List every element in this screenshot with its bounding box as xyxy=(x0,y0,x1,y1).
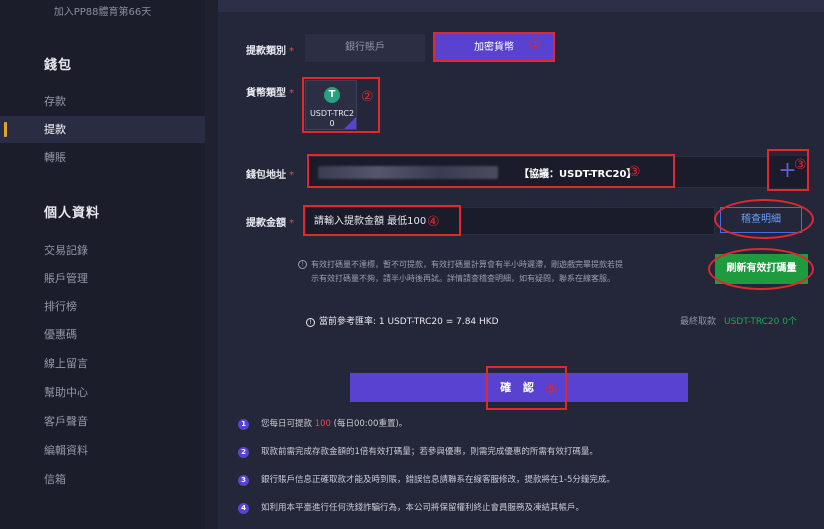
selected-corner-icon xyxy=(344,117,356,129)
tether-icon: T xyxy=(324,87,340,103)
tab-bank-account[interactable]: 銀行賬戶 xyxy=(305,34,425,62)
rule-item: 3 銀行賬戶信息正確取款才能及時到賬，錯誤信息請聯系在線客服修改，提款將在1-5… xyxy=(233,473,813,501)
wallet-section-title: 錢包 xyxy=(44,58,73,73)
member-days-text: 加入PP88體育第66天 xyxy=(53,7,152,18)
sidebar-item-message[interactable]: 線上留言 xyxy=(0,350,205,377)
rule-number: 1 xyxy=(238,419,249,430)
top-band xyxy=(218,0,824,12)
sidebar-item-withdraw[interactable]: 提款 xyxy=(0,116,205,143)
sidebar-item-inbox[interactable]: 信箱 xyxy=(0,466,205,493)
sidebar-item-transactions[interactable]: 交易記錄 xyxy=(0,237,205,264)
wallet-address-select[interactable]: 【協議：USDT-TRC20】 xyxy=(305,156,789,188)
exchange-rate: ! 當前參考匯率: 1 USDT-TRC20 = 7.84 HKD xyxy=(306,314,499,327)
wallet-protocol-text: 【協議：USDT-TRC20】 xyxy=(519,169,637,180)
sidebar-item-promo-code[interactable]: 優惠碼 xyxy=(0,321,205,348)
sidebar-item-help[interactable]: 幫助中心 xyxy=(0,379,205,406)
sidebar-item-transfer[interactable]: 轉賬 xyxy=(0,144,205,171)
rule-number: 2 xyxy=(238,447,249,458)
withdraw-rules: 1 您每日可提款 100 (每日00:00重置)。 2 取款前需完成存款金額的1… xyxy=(233,417,813,529)
note-line-2: 示有效打碼量不夠，請半小時後再試。詳情請查稽查明細，如有疑問，聯系在線客服。 xyxy=(311,274,615,283)
currency-type-label: 貨幣類型 * xyxy=(246,88,294,99)
note-line-1: ! 有效打碼量不達標，暫不可提款，有效打碼量計算會有半小時遲滯，剛遊戲完畢提款若提 xyxy=(298,258,638,272)
info-icon: ! xyxy=(306,318,315,327)
sidebar: 加入PP88體育第66天 錢包 存款 提款 轉賬 個人資料 交易記錄 賬戶管理 … xyxy=(0,0,205,529)
wallet-address-label: 錢包地址 * xyxy=(246,170,294,181)
rule-item: 2 取款前需完成存款金額的1倍有效打碼量；若參與優惠，則需完成優惠的所需有效打碼… xyxy=(233,445,813,473)
masked-wallet-address xyxy=(318,166,498,179)
rule-item: 1 您每日可提款 100 (每日00:00重置)。 xyxy=(233,417,813,445)
coin-option-usdt-trc20[interactable]: T USDT-TRC20 xyxy=(305,80,357,130)
sidebar-item-account[interactable]: 賬戶管理 xyxy=(0,265,205,292)
refresh-turnover-button[interactable]: 刷新有效打碼量 xyxy=(715,254,808,284)
sidebar-item-feedback[interactable]: 客戶聲音 xyxy=(0,408,205,435)
withdraw-type-label: 提款類別 * xyxy=(246,46,294,57)
withdraw-amount-input[interactable] xyxy=(306,208,714,234)
turnover-note: ! 有效打碼量不達標，暫不可提款，有效打碼量計算會有半小時遲滯，剛遊戲完畢提款若提… xyxy=(298,258,638,286)
sidebar-item-deposit[interactable]: 存款 xyxy=(0,88,205,115)
tab-crypto[interactable]: 加密貨幣 xyxy=(435,34,553,62)
rule-number: 4 xyxy=(238,503,249,514)
profile-section-title: 個人資料 xyxy=(44,206,101,221)
annotation-number-2: ② xyxy=(361,89,374,105)
withdraw-panel: 提款類別 * 銀行賬戶 加密貨幣 ① 貨幣類型 * T USDT-TRC20 ② 錢… xyxy=(218,0,824,529)
audit-details-button[interactable]: 稽查明細 xyxy=(720,207,802,233)
sidebar-item-leaderboard[interactable]: 排行榜 xyxy=(0,293,205,320)
rule-number: 3 xyxy=(238,475,249,486)
sidebar-item-edit-profile[interactable]: 編輯資料 xyxy=(0,437,205,464)
confirm-button[interactable]: 確 認 xyxy=(350,373,688,402)
info-icon: ! xyxy=(298,260,307,269)
withdraw-amount-label: 提款金額 * xyxy=(246,218,294,229)
rule-item: 4 如利用本平臺進行任何洗錢詐騙行為，本公司將保留權利終止會員服務及凍結其帳戶。 xyxy=(233,501,813,529)
withdraw-amount-field[interactable] xyxy=(305,207,715,235)
add-wallet-button[interactable]: + xyxy=(767,156,807,188)
latest-withdrawal: 最終取款 USDT-TRC20 0个 xyxy=(680,317,797,327)
